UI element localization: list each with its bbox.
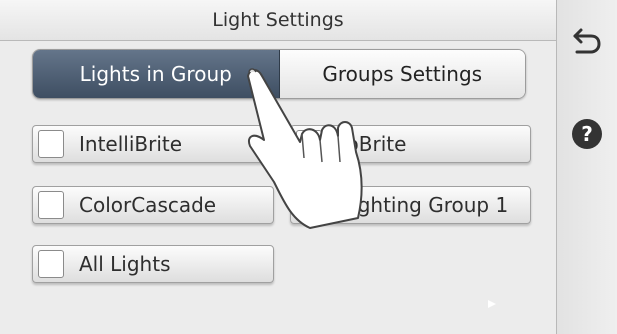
light-item-label: All Lights <box>79 252 171 276</box>
checkbox[interactable] <box>38 250 64 278</box>
light-item-label: ColorCascade <box>79 193 217 217</box>
help-button[interactable]: ? <box>569 116 605 152</box>
page-title: Light Settings <box>0 0 556 41</box>
corner-indicator <box>488 300 496 308</box>
back-button[interactable] <box>569 22 605 58</box>
help-icon: ? <box>572 119 602 149</box>
checkbox[interactable] <box>38 130 64 158</box>
light-item-intellibrite[interactable]: IntelliBrite <box>32 125 274 163</box>
light-item-all-lights[interactable]: All Lights <box>32 245 274 283</box>
light-item-colorcascade[interactable]: ColorCascade <box>32 186 274 224</box>
pointing-hand-icon <box>247 68 363 229</box>
main-panel: Light Settings Lights in Group Groups Se… <box>0 0 557 334</box>
checkbox[interactable] <box>38 191 64 219</box>
back-arrow-icon <box>573 28 601 54</box>
side-bar: ? <box>557 0 617 334</box>
light-item-label: IntelliBrite <box>79 132 183 156</box>
